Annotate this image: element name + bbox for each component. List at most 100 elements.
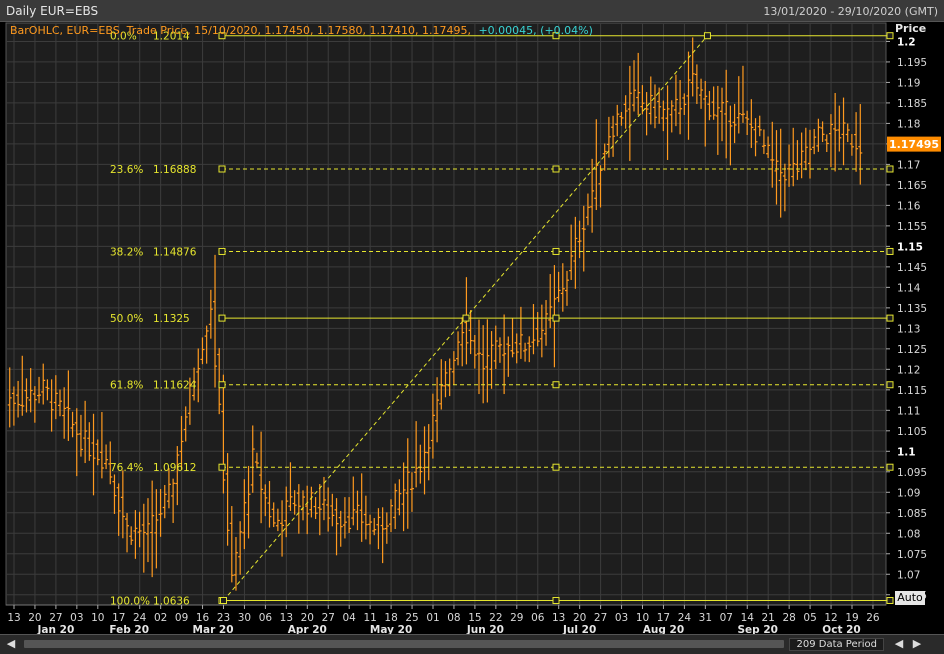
fib-level-value: 1.16888 [153, 164, 196, 176]
y-tick-label: 1.075 [897, 549, 927, 561]
fib-handle [552, 381, 560, 389]
y-tick-label: 1.08 [897, 528, 920, 540]
x-tick-label: 04 [343, 612, 357, 624]
x-tick-label: 05 [803, 612, 816, 624]
x-tick-label: 14 [741, 612, 755, 624]
x-month-label: Feb 20 [109, 624, 149, 634]
x-tick-label: 23 [217, 612, 230, 624]
x-month-label: Jul 20 [562, 624, 596, 634]
x-month-label: Apr 20 [288, 624, 327, 634]
y-tick-label: 1.13 [897, 323, 920, 335]
x-month-label: May 20 [370, 624, 412, 634]
y-tick-label: 1.09 [897, 487, 920, 499]
trend-handle [703, 32, 711, 40]
auto-scale-button[interactable]: Auto [895, 591, 925, 605]
y-tick-label: 1.125 [897, 344, 927, 356]
fib-handle [552, 463, 560, 471]
fib-handle [886, 32, 894, 40]
x-tick-label: 21 [762, 612, 775, 624]
last-price-label: 1.17495 [889, 138, 939, 151]
y-tick-label: 1.105 [897, 426, 927, 438]
price-chart[interactable]: 0.0% 1.201423.6% 1.1688838.2% 1.1487650.0% 1… [0, 22, 944, 634]
x-tick-label: 07 [720, 612, 733, 624]
y-tick-label: 1.195 [897, 57, 927, 69]
x-tick-label: 08 [447, 612, 460, 624]
fib-handle [552, 314, 560, 322]
trend-handle [462, 314, 470, 322]
x-month-label: Sep 20 [737, 624, 777, 634]
x-tick-label: 13 [552, 612, 565, 624]
x-tick-label: 06 [259, 612, 273, 624]
x-tick-label: 13 [280, 612, 293, 624]
x-tick-label: 12 [824, 612, 837, 624]
y-tick-label: 1.2 [897, 36, 916, 48]
series-legend: BarOHLC, EUR=EBS, Trade Price, 15/10/202… [10, 24, 593, 37]
fib-handle [886, 463, 894, 471]
x-tick-label: 27 [49, 612, 62, 624]
x-tick-label: 27 [594, 612, 607, 624]
y-tick-label: 1.185 [897, 98, 927, 110]
fib-handle [218, 247, 226, 255]
x-month-label: Jun 20 [466, 624, 504, 634]
x-tick-label: 29 [510, 612, 523, 624]
fib-level-label: 61.8% [110, 380, 143, 392]
x-tick-label: 20 [301, 612, 314, 624]
fib-level-value: 1.1325 [153, 313, 190, 325]
fib-level-label: 100.0% [110, 595, 150, 607]
y-tick-label: 1.085 [897, 508, 927, 520]
x-month-label: Mar 20 [193, 624, 234, 634]
x-month-label: Oct 20 [822, 624, 860, 634]
x-tick-label: 24 [678, 612, 692, 624]
y-tick-label: 1.145 [897, 262, 927, 274]
x-tick-label: 03 [70, 612, 83, 624]
fib-level-value: 1.09612 [153, 462, 196, 474]
y-tick-label: 1.1 [897, 446, 916, 458]
scroll-bar: ◀ ▶ 209 Data Period ◀ ▶ [0, 634, 944, 654]
x-tick-label: 20 [573, 612, 586, 624]
fib-level-label: 38.2% [110, 246, 143, 258]
x-tick-label: 31 [699, 612, 712, 624]
x-tick-label: 16 [196, 612, 210, 624]
fib-handle [552, 165, 560, 173]
legend-change-text: +0.00045, (+0.04%) [478, 24, 592, 37]
y-tick-label: 1.15 [897, 241, 923, 253]
x-tick-label: 17 [657, 612, 670, 624]
x-tick-label: 11 [363, 612, 376, 624]
title-bar: Daily EUR=EBS 13/01/2020 - 29/10/2020 (G… [0, 0, 944, 22]
x-tick-label: 27 [322, 612, 335, 624]
scroll-track[interactable] [24, 640, 784, 648]
y-tick-label: 1.16 [897, 200, 921, 212]
x-month-label: Aug 20 [643, 624, 684, 634]
last-price-marker: 1.17495 [887, 136, 941, 152]
x-tick-label: 06 [531, 612, 545, 624]
x-tick-label: 22 [489, 612, 502, 624]
fib-level-value: 1.14876 [153, 246, 197, 258]
date-range: 13/01/2020 - 29/10/2020 (GMT) [763, 5, 938, 18]
y-tick-label: 1.135 [897, 303, 927, 315]
fib-handle [886, 247, 894, 255]
x-tick-label: 15 [468, 612, 481, 624]
fib-handle [886, 596, 894, 604]
zoom-out-icon[interactable]: ◀ [892, 637, 906, 651]
x-tick-label: 10 [636, 612, 649, 624]
y-tick-label: 1.14 [897, 282, 921, 294]
zoom-in-icon[interactable]: ▶ [910, 637, 924, 651]
fib-handle [218, 314, 226, 322]
x-tick-label: 30 [238, 612, 251, 624]
fib-level-value: 1.11624 [153, 380, 197, 392]
fib-handle [218, 165, 226, 173]
fib-level-label: 23.6% [110, 164, 143, 176]
x-tick-label: 25 [405, 612, 418, 624]
fib-handle [886, 314, 894, 322]
x-tick-label: 17 [112, 612, 125, 624]
x-tick-label: 02 [154, 612, 167, 624]
fib-level-label: 50.0% [110, 313, 143, 325]
scroll-left-icon[interactable]: ◀ [4, 637, 18, 651]
x-tick-label: 28 [782, 612, 795, 624]
y-tick-label: 1.095 [897, 467, 927, 479]
x-tick-label: 26 [866, 612, 880, 624]
y-tick-label: 1.11 [897, 405, 920, 417]
x-tick-label: 01 [426, 612, 439, 624]
data-period-label[interactable]: 209 Data Period [789, 638, 884, 651]
x-tick-label: 20 [28, 612, 41, 624]
